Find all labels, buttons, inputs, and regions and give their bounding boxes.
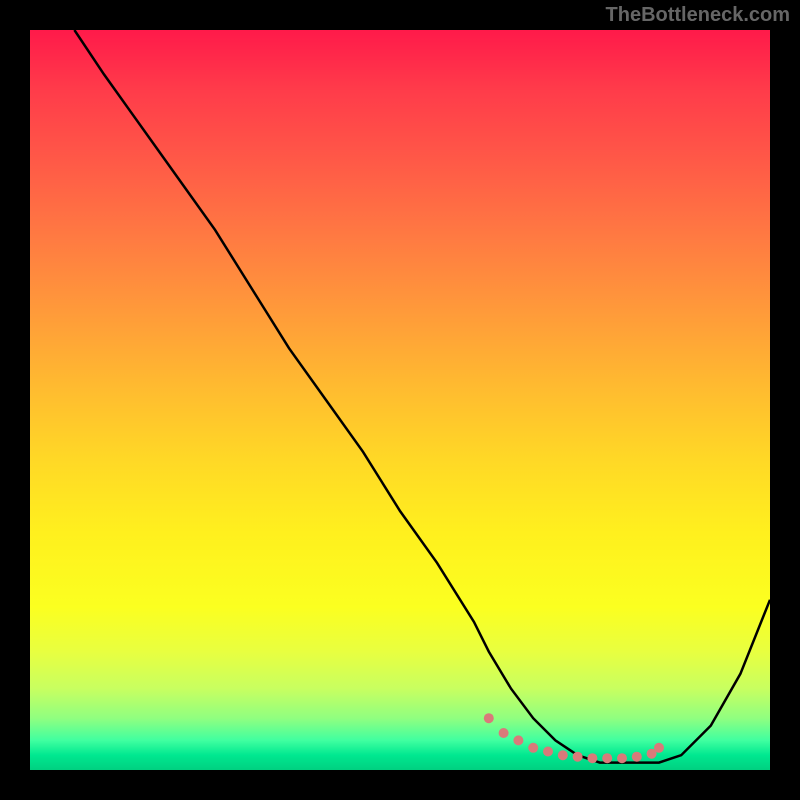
chart-gradient-background (30, 30, 770, 770)
watermark-text: TheBottleneck.com (606, 4, 790, 27)
